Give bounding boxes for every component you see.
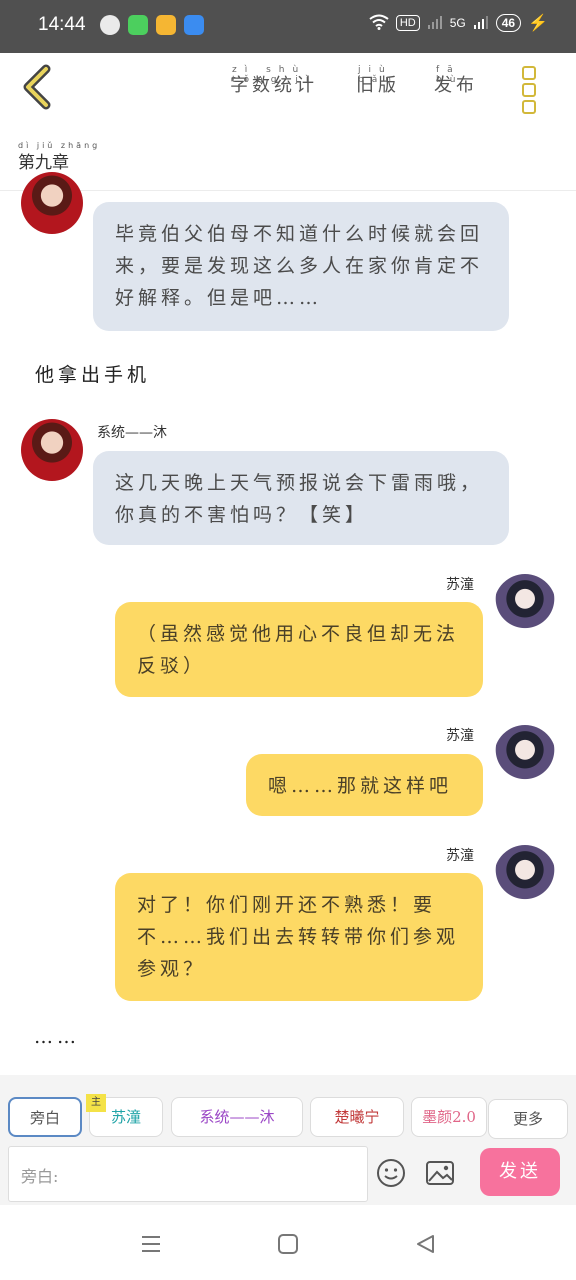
smiley-icon bbox=[377, 1159, 405, 1187]
weibo-icon bbox=[156, 15, 176, 35]
message-text: 嗯……那就这样吧 bbox=[268, 775, 453, 797]
avatar-su-tong[interactable] bbox=[494, 845, 556, 907]
image-icon bbox=[426, 1161, 454, 1185]
nav-pinyin: fā bù bbox=[436, 65, 464, 85]
battery-level: 46 bbox=[495, 14, 522, 32]
message-bubble[interactable]: 毕竟伯父伯母不知道什么时候就会回来，要是发现这么多人在家你肯定不好解释。但是吧…… bbox=[93, 202, 509, 331]
play-app-icon bbox=[128, 15, 148, 35]
network-type: 5G bbox=[449, 16, 466, 30]
more-roles-button[interactable]: 更多 bbox=[488, 1099, 568, 1139]
publish-button[interactable]: fā bù 发布 bbox=[434, 65, 478, 97]
divider bbox=[0, 190, 576, 191]
system-back-button[interactable] bbox=[414, 1233, 436, 1259]
signal-icon bbox=[473, 14, 489, 33]
speaker-name: 苏潼 bbox=[446, 728, 474, 744]
charging-icon: ⚡ bbox=[528, 15, 548, 32]
avatar-su-tong[interactable] bbox=[494, 574, 556, 636]
signal-off-icon bbox=[427, 14, 443, 33]
browser-app-icon bbox=[184, 15, 204, 35]
app-notification-icon bbox=[100, 15, 120, 35]
role-chip-chu-xi-ning[interactable]: 楚曦宁 bbox=[310, 1097, 404, 1137]
message-bubble[interactable]: 这几天晚上天气预报说会下雷雨哦，你真的不害怕吗？【笑】 bbox=[93, 451, 509, 545]
back-button[interactable] bbox=[14, 63, 62, 111]
chapter-title-text: 第九章 bbox=[18, 153, 69, 173]
menu-icon bbox=[142, 1236, 160, 1252]
chevron-left-icon bbox=[23, 64, 51, 110]
menu-dot-icon bbox=[522, 100, 536, 114]
menu-dot-icon bbox=[522, 83, 536, 97]
recent-apps-button[interactable] bbox=[140, 1233, 162, 1259]
home-button[interactable] bbox=[277, 1233, 299, 1259]
nav-pinyin: jiù bǎn bbox=[358, 65, 399, 85]
chapter-pinyin: dì jiǔ zhāng bbox=[18, 141, 101, 150]
narration-text[interactable]: 他拿出手机 bbox=[35, 360, 150, 387]
word-count-button[interactable]: zì shù tǒng jì 字数统计 bbox=[230, 65, 318, 97]
speaker-name: 苏潼 bbox=[446, 848, 474, 864]
old-version-button[interactable]: jiù bǎn 旧版 bbox=[356, 65, 400, 97]
avatar-system-mu[interactable] bbox=[21, 419, 83, 481]
main-role-badge: 主 bbox=[86, 1094, 106, 1112]
home-icon bbox=[278, 1234, 298, 1254]
status-bar: 14:44 HD 5G 46 ⚡ bbox=[0, 0, 576, 53]
image-button[interactable] bbox=[425, 1159, 455, 1187]
input-placeholder: 旁白: bbox=[21, 1167, 59, 1186]
role-chip-system-mu[interactable]: 系统——沐 bbox=[171, 1097, 303, 1137]
emoji-button[interactable] bbox=[376, 1158, 406, 1188]
back-triangle-icon bbox=[417, 1235, 434, 1253]
send-button[interactable]: 发送 bbox=[480, 1148, 560, 1196]
status-time: 14:44 bbox=[38, 14, 86, 35]
message-bubble[interactable]: 嗯……那就这样吧 bbox=[246, 754, 483, 816]
role-chip-narration[interactable]: 旁白 bbox=[8, 1097, 82, 1137]
message-text: 对了！你们刚开还不熟悉！要不……我们出去转转带你们参观参观？ bbox=[137, 894, 460, 980]
menu-dot-icon bbox=[522, 66, 536, 80]
message-bubble[interactable]: （虽然感觉他用心不良但却无法反驳） bbox=[115, 602, 483, 697]
status-indicators: HD 5G 46 ⚡ bbox=[369, 13, 548, 33]
narration-text[interactable]: …… bbox=[34, 1026, 80, 1048]
speaker-name: 苏潼 bbox=[446, 577, 474, 593]
wifi-icon bbox=[369, 14, 389, 33]
chapter-title: dì jiǔ zhāng 第九章 bbox=[18, 141, 97, 173]
more-menu-button[interactable] bbox=[522, 66, 538, 114]
message-bubble[interactable]: 对了！你们刚开还不熟悉！要不……我们出去转转带你们参观参观？ bbox=[115, 873, 483, 1001]
nav-pinyin: zì shù tǒng jì bbox=[232, 65, 317, 85]
avatar-su-tong[interactable] bbox=[494, 725, 556, 787]
message-input[interactable]: 旁白: bbox=[8, 1146, 368, 1202]
role-chip-mo-yan[interactable]: 墨颜2.0 bbox=[411, 1097, 487, 1137]
notification-icons bbox=[100, 15, 204, 35]
top-bar: zì shù tǒng jì 字数统计 jiù bǎn 旧版 fā bù 发布 bbox=[0, 53, 576, 123]
message-text: （虽然感觉他用心不良但却无法反驳） bbox=[137, 623, 460, 677]
system-navigation-bar bbox=[0, 1205, 576, 1280]
message-text: 这几天晚上天气预报说会下雷雨哦，你真的不害怕吗？【笑】 bbox=[115, 472, 484, 526]
speaker-name: 系统——沐 bbox=[97, 425, 167, 441]
avatar-system-mu[interactable] bbox=[21, 172, 83, 234]
hd-indicator: HD bbox=[395, 15, 420, 31]
message-text: 毕竟伯父伯母不知道什么时候就会回来，要是发现这么多人在家你肯定不好解释。但是吧…… bbox=[115, 223, 484, 309]
